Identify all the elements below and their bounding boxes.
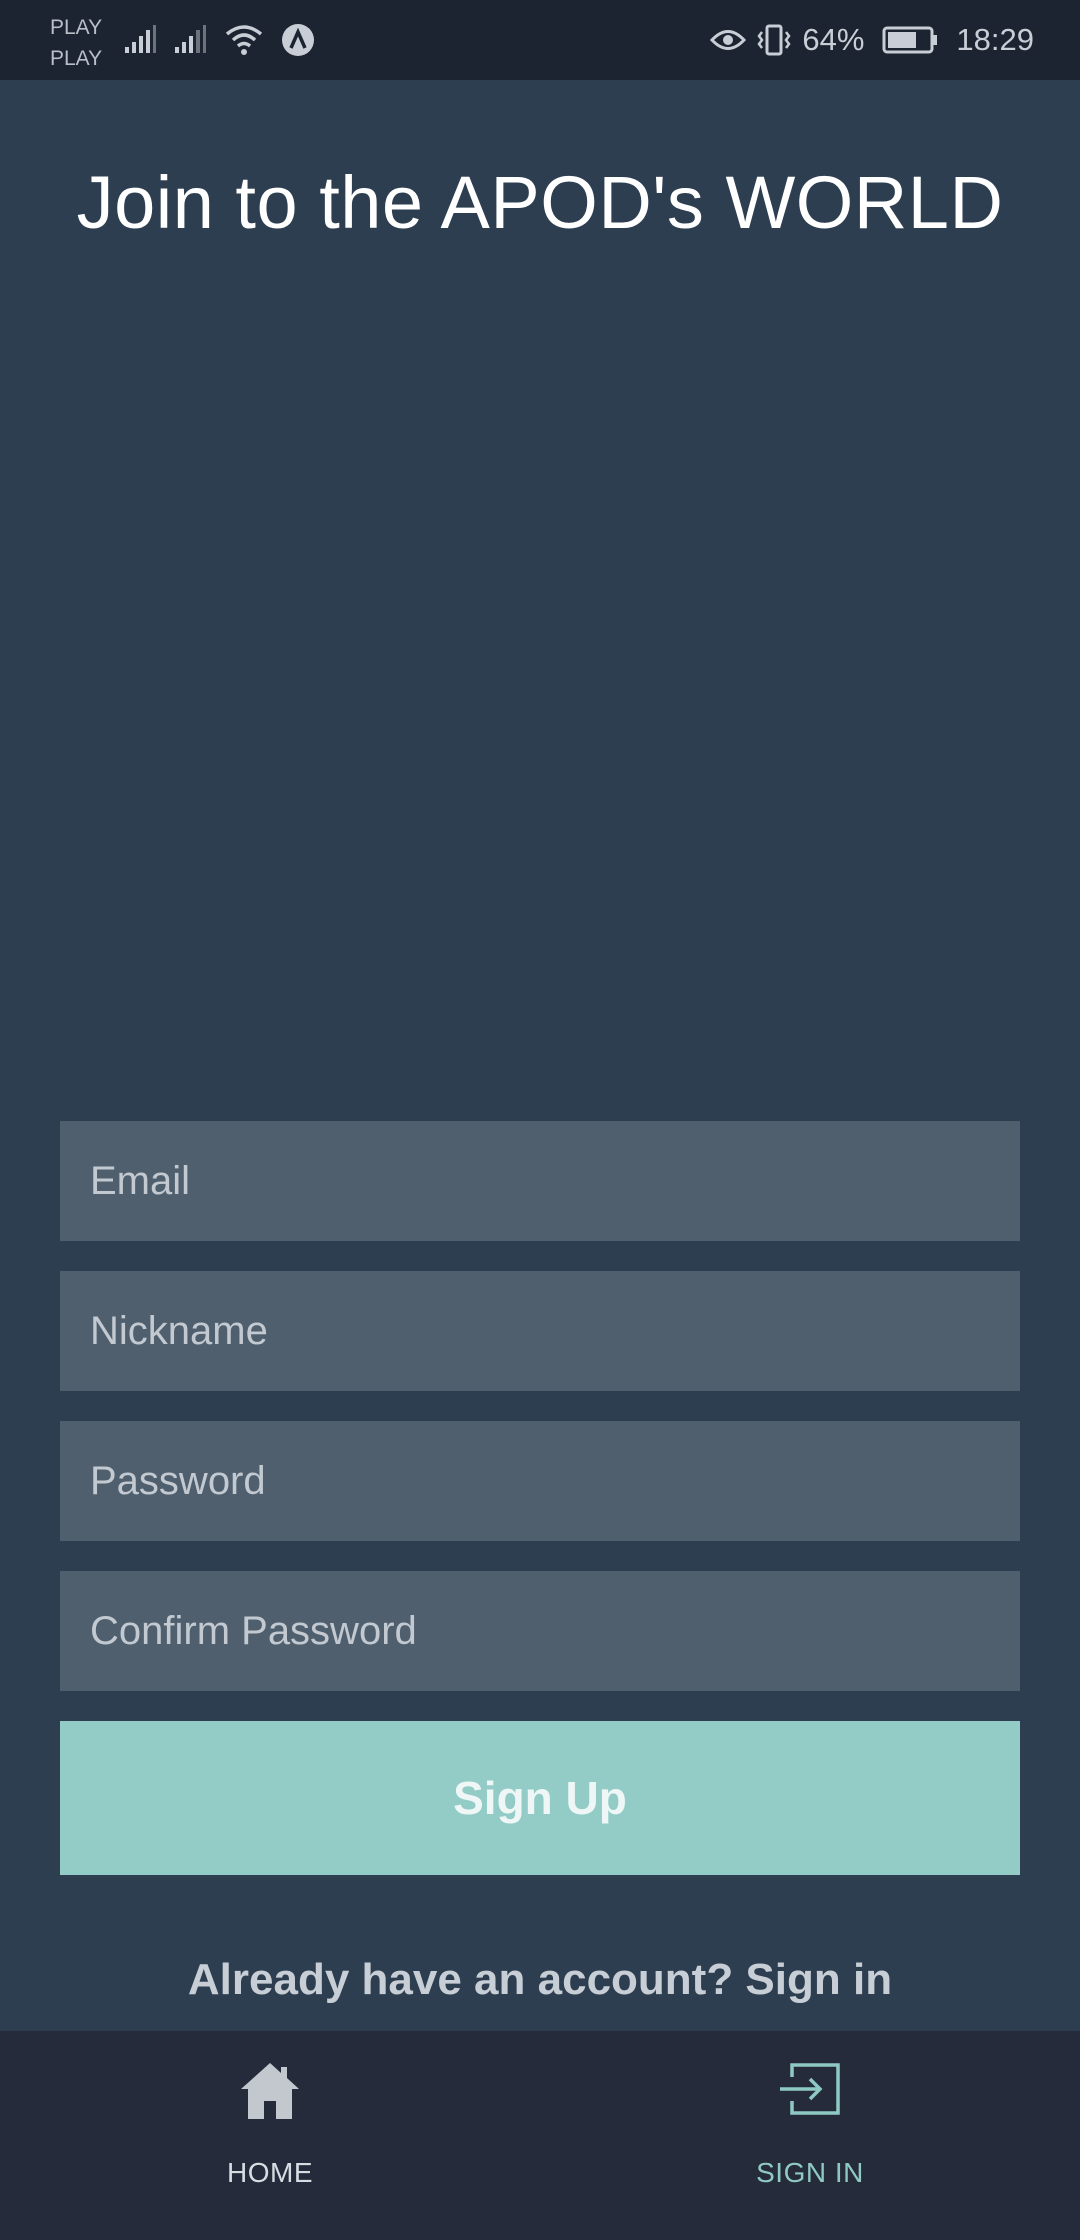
signal-icon — [175, 25, 207, 55]
nav-item-home[interactable]: HOME — [0, 2031, 540, 2240]
status-icons-right: 64% 18:29 — [710, 0, 1034, 80]
notification-a-icon — [281, 23, 315, 57]
home-icon — [239, 2061, 301, 2126]
battery-percent: 64% — [802, 22, 865, 57]
battery-icon — [882, 26, 938, 54]
status-bar: PLAY PLAY 64% 18:29 — [0, 0, 1080, 80]
carrier-names: PLAY PLAY — [50, 12, 102, 74]
status-icons-left — [125, 20, 315, 60]
signal-icon — [125, 25, 157, 55]
password-field[interactable] — [60, 1421, 1020, 1541]
vibrate-icon — [756, 24, 792, 56]
sign-in-link[interactable]: Already have an account? Sign in — [0, 1955, 1080, 2005]
bottom-navigation: HOME SIGN IN — [0, 2031, 1080, 2240]
sign-up-button[interactable]: Sign Up — [60, 1721, 1020, 1875]
confirm-password-field[interactable] — [60, 1571, 1020, 1691]
carrier-1: PLAY — [50, 16, 103, 39]
nickname-field[interactable] — [60, 1271, 1020, 1391]
nav-item-label: HOME — [227, 2157, 313, 2188]
carrier-2: PLAY — [50, 47, 103, 70]
sign-in-icon — [778, 2061, 842, 2122]
eye-icon — [710, 27, 747, 53]
nav-item-sign-in[interactable]: SIGN IN — [540, 2031, 1080, 2240]
nav-item-label: SIGN IN — [756, 2157, 864, 2188]
wifi-icon — [225, 24, 263, 56]
clock: 18:29 — [956, 22, 1034, 57]
email-field[interactable] — [60, 1121, 1020, 1241]
page-title: Join to the APOD's WORLD — [76, 161, 1004, 244]
